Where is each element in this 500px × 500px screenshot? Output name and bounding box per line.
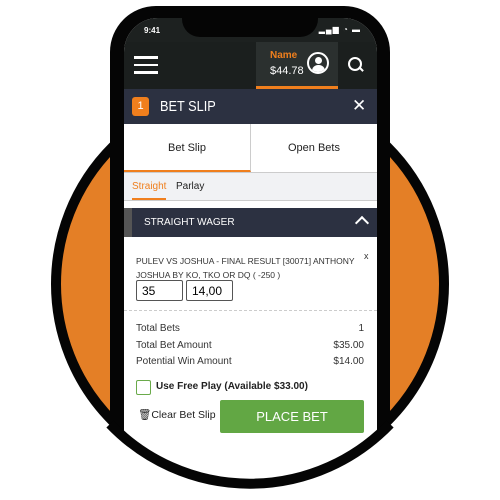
row-value: 1 — [358, 323, 364, 334]
search-icon[interactable] — [348, 57, 364, 73]
divider — [124, 310, 377, 311]
user-avatar-icon — [307, 52, 329, 74]
clear-bet-slip-button[interactable]: 🗑Clear Bet Slip — [138, 408, 216, 421]
row-label: Total Bet Amount — [136, 340, 212, 351]
row-label: Total Bets — [136, 323, 180, 334]
phone-frame: 9:41 ▂▄▆ ◔ ▬ Name $44.78 1 BET SLIP ✕ Be… — [110, 6, 390, 482]
total-bet-amount-row: Total Bet Amount $35.00 — [136, 340, 364, 351]
account-button[interactable]: Name $44.78 — [256, 42, 338, 89]
total-bets-row: Total Bets 1 — [136, 323, 364, 334]
tab-open-bets[interactable]: Open Bets — [251, 124, 377, 172]
phone-screen: 9:41 ▂▄▆ ◔ ▬ Name $44.78 1 BET SLIP ✕ Be… — [124, 18, 377, 488]
account-name: Name — [270, 50, 298, 61]
subtabs: Straight Parlay — [124, 173, 377, 201]
account-balance: $44.78 — [270, 65, 304, 77]
potential-win-row: Potential Win Amount $14.00 — [136, 356, 364, 367]
remove-bet-icon[interactable]: x — [364, 251, 369, 261]
hamburger-icon[interactable] — [134, 56, 158, 74]
free-play-checkbox[interactable] — [136, 380, 151, 395]
straight-wager-header[interactable]: STRAIGHT WAGER — [124, 208, 377, 237]
subtab-parlay[interactable]: Parlay — [176, 181, 204, 192]
app-header: Name $44.78 — [124, 42, 377, 89]
bet-slip-bar: 1 BET SLIP ✕ — [124, 89, 377, 124]
subtab-straight[interactable]: Straight — [132, 181, 166, 200]
phone-notch — [182, 6, 318, 37]
row-label: Potential Win Amount — [136, 356, 232, 367]
free-play-label: Use Free Play (Available $33.00) — [156, 381, 308, 392]
bet-description: PULEV VS JOSHUA - FINAL RESULT [30071] A… — [136, 256, 355, 280]
risk-input[interactable] — [136, 280, 183, 301]
clear-label: Clear Bet Slip — [151, 409, 216, 421]
row-value: $35.00 — [333, 340, 364, 351]
close-icon[interactable]: ✕ — [352, 96, 366, 116]
place-bet-button[interactable]: PLACE BET — [220, 400, 364, 433]
tabs: Bet Slip Open Bets — [124, 124, 377, 173]
tab-bet-slip[interactable]: Bet Slip — [124, 124, 251, 172]
bet-slip-title: BET SLIP — [160, 98, 216, 115]
wager-title: STRAIGHT WAGER — [144, 217, 235, 228]
bet-count-badge: 1 — [132, 97, 149, 116]
trash-icon: 🗑 — [138, 409, 152, 421]
status-icons: ▂▄▆ ◔ ▬ — [318, 25, 361, 34]
status-time: 9:41 — [144, 26, 161, 35]
win-input[interactable] — [186, 280, 233, 301]
row-value: $14.00 — [333, 356, 364, 367]
chevron-up-icon[interactable] — [355, 216, 369, 230]
